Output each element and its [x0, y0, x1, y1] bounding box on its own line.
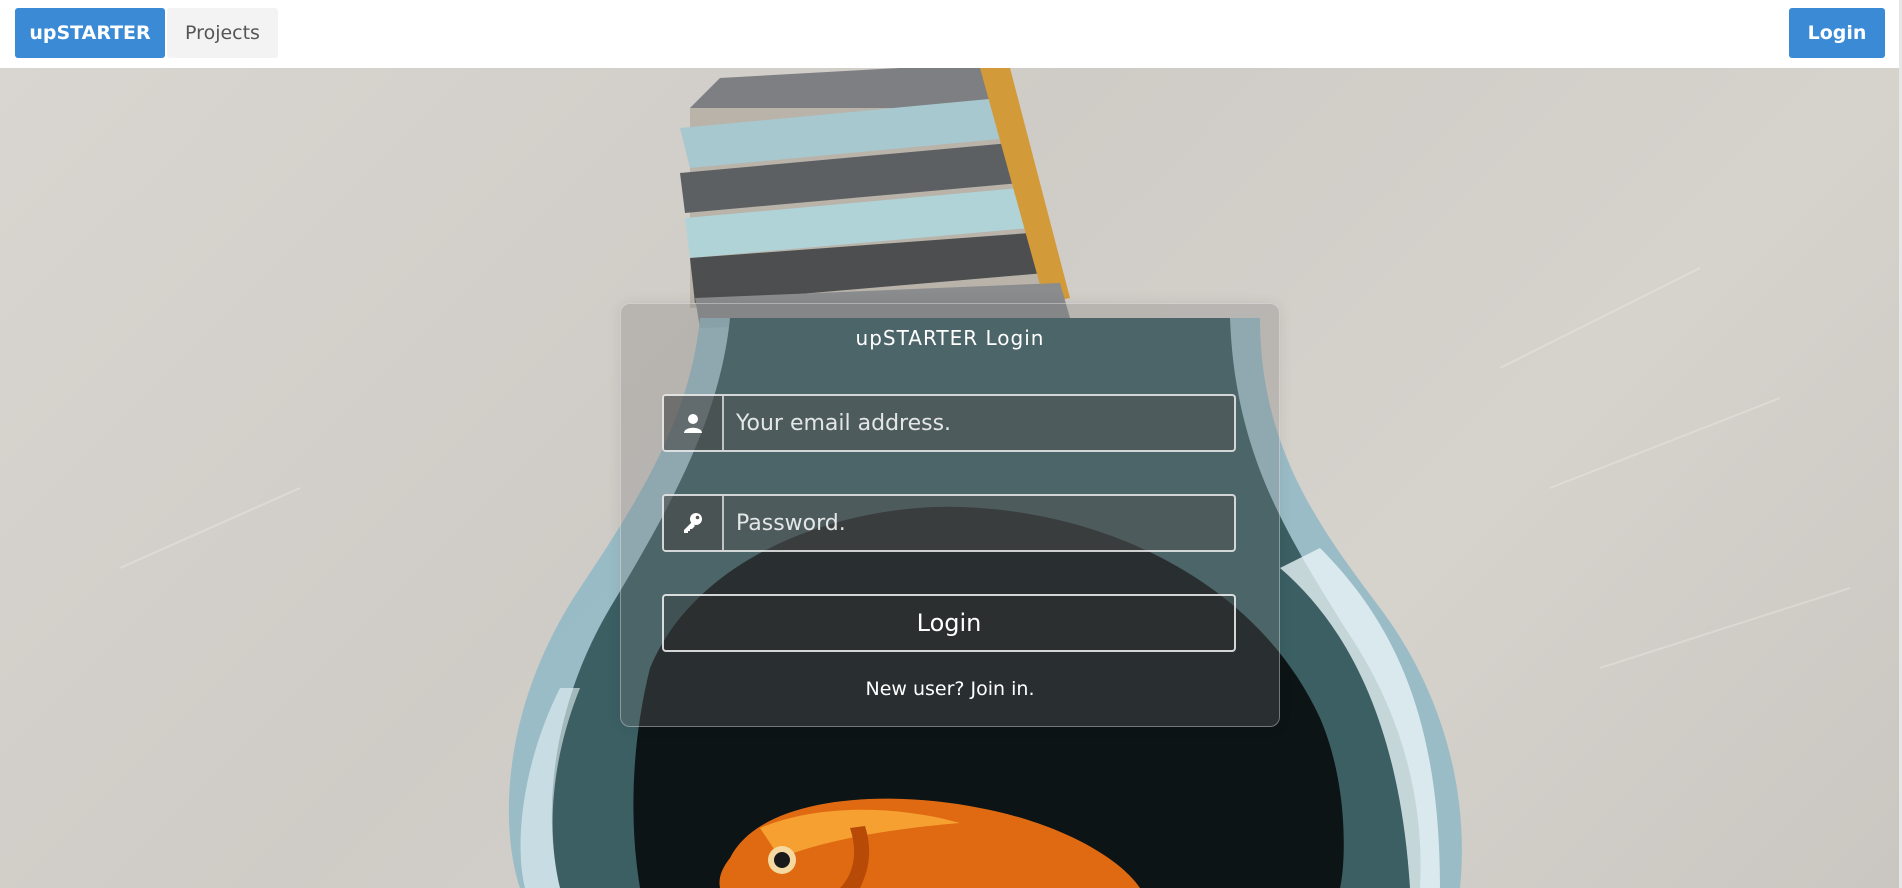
brand-button[interactable]: upSTARTER: [15, 8, 165, 58]
login-title: upSTARTER Login: [855, 326, 1045, 350]
projects-button[interactable]: Projects: [167, 8, 278, 58]
email-field: [662, 394, 1236, 452]
password-input[interactable]: [724, 496, 1234, 550]
user-icon: [664, 396, 724, 450]
top-navbar: upSTARTER Projects Login: [0, 0, 1902, 68]
login-panel: upSTARTER Login Login New user? Join in.: [620, 303, 1280, 727]
login-submit-button[interactable]: Login: [662, 594, 1236, 652]
password-field: [662, 494, 1236, 552]
key-icon: [664, 496, 724, 550]
register-link[interactable]: New user? Join in.: [621, 678, 1279, 700]
email-input[interactable]: [724, 396, 1234, 450]
nav-login-button[interactable]: Login: [1789, 8, 1885, 58]
